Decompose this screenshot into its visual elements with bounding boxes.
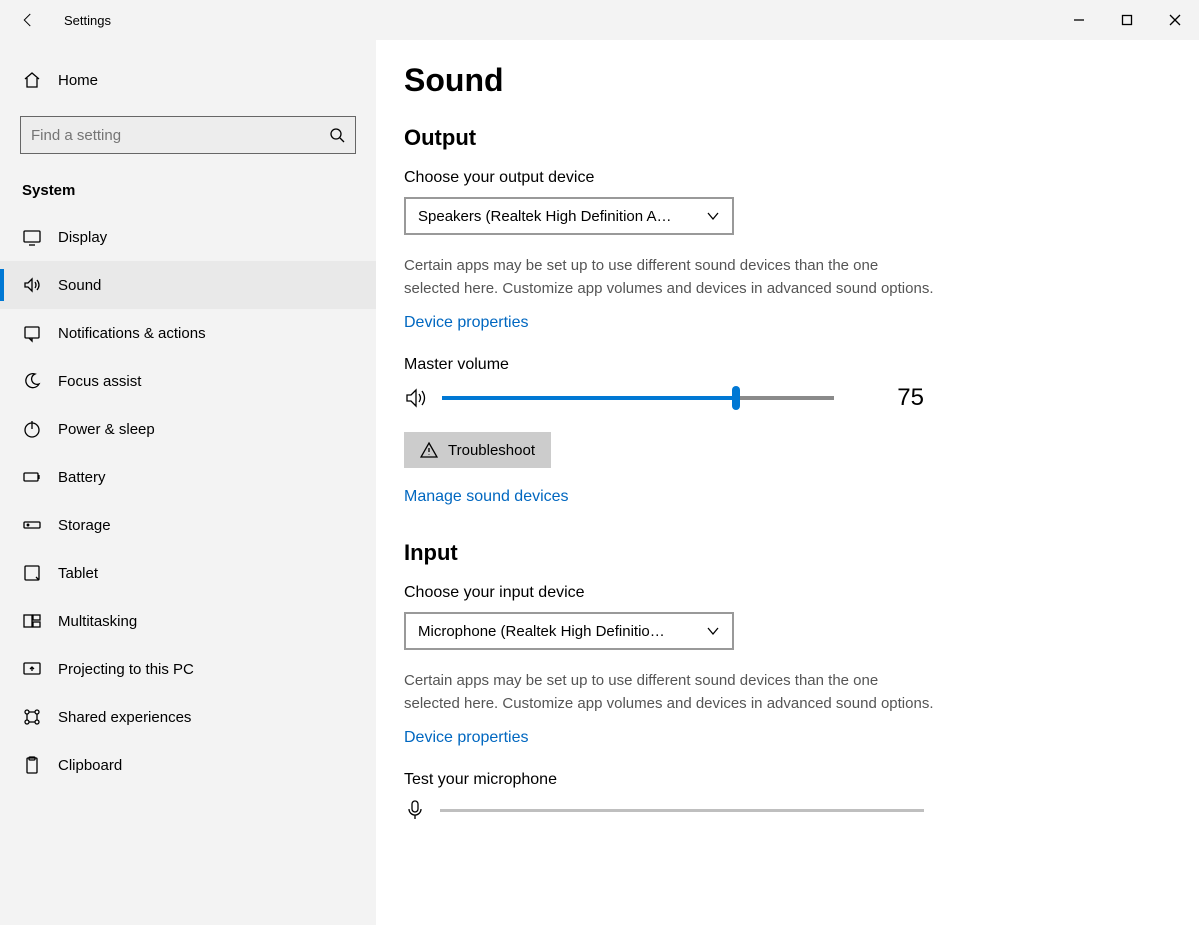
input-device-dropdown[interactable]: Microphone (Realtek High Definitio… <box>404 612 734 650</box>
mic-test-meter <box>440 809 924 812</box>
microphone-icon <box>404 799 426 821</box>
input-device-properties-link[interactable]: Device properties <box>404 729 529 747</box>
sidebar-item-label: Sound <box>58 277 101 294</box>
battery-icon <box>22 467 42 487</box>
sidebar-item-projecting[interactable]: Projecting to this PC <box>0 645 376 693</box>
sidebar-item-label: Clipboard <box>58 757 122 774</box>
main-content: Sound Output Choose your output device S… <box>376 40 1199 925</box>
projecting-icon <box>22 659 42 679</box>
home-icon <box>22 70 42 90</box>
sidebar-item-label: Tablet <box>58 565 98 582</box>
category-label: System <box>0 172 376 213</box>
display-icon <box>22 227 42 247</box>
master-volume-slider[interactable] <box>442 396 834 400</box>
back-button[interactable] <box>16 8 40 32</box>
moon-icon <box>22 371 42 391</box>
sidebar-item-label: Display <box>58 229 107 246</box>
sidebar-item-display[interactable]: Display <box>0 213 376 261</box>
manage-sound-devices-link[interactable]: Manage sound devices <box>404 488 569 506</box>
input-choose-label: Choose your input device <box>404 584 1199 602</box>
sidebar-item-label: Multitasking <box>58 613 137 630</box>
sidebar-item-clipboard[interactable]: Clipboard <box>0 741 376 789</box>
output-device-dropdown[interactable]: Speakers (Realtek High Definition A… <box>404 197 734 235</box>
power-icon <box>22 419 42 439</box>
home-label: Home <box>58 72 98 89</box>
input-explain-text: Certain apps may be set up to use differ… <box>404 670 934 715</box>
sidebar-item-label: Notifications & actions <box>58 325 206 342</box>
volume-icon <box>404 386 428 410</box>
sound-icon <box>22 275 42 295</box>
shared-icon <box>22 707 42 727</box>
master-volume-label: Master volume <box>404 356 1199 374</box>
sidebar-item-multitasking[interactable]: Multitasking <box>0 597 376 645</box>
sidebar-item-storage[interactable]: Storage <box>0 501 376 549</box>
output-device-selected: Speakers (Realtek High Definition A… <box>418 208 706 225</box>
troubleshoot-button[interactable]: Troubleshoot <box>404 432 551 468</box>
multitasking-icon <box>22 611 42 631</box>
sidebar-item-home[interactable]: Home <box>0 60 376 100</box>
master-volume-value: 75 <box>854 384 924 412</box>
page-title: Sound <box>404 62 1199 99</box>
sidebar-item-label: Battery <box>58 469 106 486</box>
warning-icon <box>420 441 438 459</box>
sidebar-item-label: Shared experiences <box>58 709 191 726</box>
output-choose-label: Choose your output device <box>404 169 1199 187</box>
clipboard-icon <box>22 755 42 775</box>
sidebar-item-label: Storage <box>58 517 111 534</box>
input-device-selected: Microphone (Realtek High Definitio… <box>418 623 706 640</box>
input-section-title: Input <box>404 540 1199 566</box>
troubleshoot-label: Troubleshoot <box>448 442 535 459</box>
search-icon <box>329 127 345 143</box>
sidebar-item-sound[interactable]: Sound <box>0 261 376 309</box>
sidebar-item-battery[interactable]: Battery <box>0 453 376 501</box>
sidebar-item-label: Focus assist <box>58 373 141 390</box>
sidebar-item-notifications[interactable]: Notifications & actions <box>0 309 376 357</box>
sidebar-item-label: Projecting to this PC <box>58 661 194 678</box>
notifications-icon <box>22 323 42 343</box>
sidebar-item-power[interactable]: Power & sleep <box>0 405 376 453</box>
output-device-properties-link[interactable]: Device properties <box>404 314 529 332</box>
minimize-button[interactable] <box>1055 0 1103 40</box>
sidebar-item-focus-assist[interactable]: Focus assist <box>0 357 376 405</box>
tablet-icon <box>22 563 42 583</box>
close-button[interactable] <box>1151 0 1199 40</box>
window-title: Settings <box>64 13 1055 28</box>
sidebar: Home System Display Sound Notifica <box>0 40 376 925</box>
sidebar-item-tablet[interactable]: Tablet <box>0 549 376 597</box>
chevron-down-icon <box>706 209 720 223</box>
sidebar-item-label: Power & sleep <box>58 421 155 438</box>
search-box[interactable] <box>20 116 356 154</box>
test-mic-label: Test your microphone <box>404 771 1199 789</box>
output-section-title: Output <box>404 125 1199 151</box>
chevron-down-icon <box>706 624 720 638</box>
title-bar: Settings <box>0 0 1199 40</box>
maximize-button[interactable] <box>1103 0 1151 40</box>
search-input[interactable] <box>31 127 329 144</box>
storage-icon <box>22 515 42 535</box>
sidebar-item-shared[interactable]: Shared experiences <box>0 693 376 741</box>
output-explain-text: Certain apps may be set up to use differ… <box>404 255 934 300</box>
